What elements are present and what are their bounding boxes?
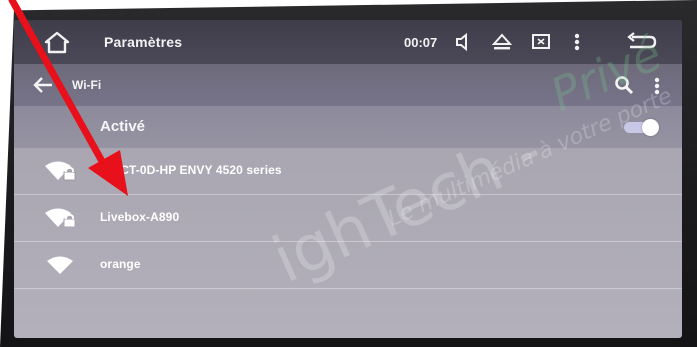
- wifi-toggle[interactable]: [620, 119, 660, 136]
- wifi-enable-row[interactable]: Activé: [14, 106, 682, 148]
- back-arrow-icon[interactable]: [32, 75, 54, 95]
- wifi-icon: [47, 256, 73, 274]
- device-screen: Paramètres 00:07 Wi-Fi Activé …ECT-0D-HP…: [14, 20, 682, 338]
- wifi-locked-icon: [45, 208, 76, 228]
- status-bar-title: Paramètres: [104, 34, 183, 50]
- network-name: Livebox-A890: [100, 210, 180, 224]
- eject-icon[interactable]: [491, 31, 513, 53]
- back-return-icon[interactable]: [624, 31, 658, 53]
- network-item[interactable]: …ECT-0D-HP ENVY 4520 series: [14, 148, 682, 195]
- volume-icon[interactable]: [452, 31, 474, 53]
- toggle-knob: [642, 119, 659, 136]
- page-title: Wi-Fi: [72, 78, 102, 92]
- more-vert-icon[interactable]: [572, 31, 582, 53]
- photo: Paramètres 00:07 Wi-Fi Activé …ECT-0D-HP…: [0, 0, 697, 347]
- network-name: orange: [100, 257, 141, 271]
- home-icon[interactable]: [44, 30, 70, 54]
- clock: 00:07: [404, 35, 438, 50]
- screen-icon[interactable]: [530, 31, 552, 53]
- search-icon[interactable]: [614, 75, 634, 95]
- more-vert-icon[interactable]: [652, 75, 662, 97]
- wifi-toolbar: Wi-Fi: [14, 64, 682, 106]
- wifi-locked-icon: [45, 161, 76, 181]
- network-name: …ECT-0D-HP ENVY 4520 series: [100, 163, 282, 177]
- network-item[interactable]: orange: [14, 242, 682, 289]
- network-item[interactable]: Livebox-A890: [14, 195, 682, 242]
- wifi-enabled-label: Activé: [100, 118, 146, 135]
- status-bar: Paramètres 00:07: [14, 20, 682, 64]
